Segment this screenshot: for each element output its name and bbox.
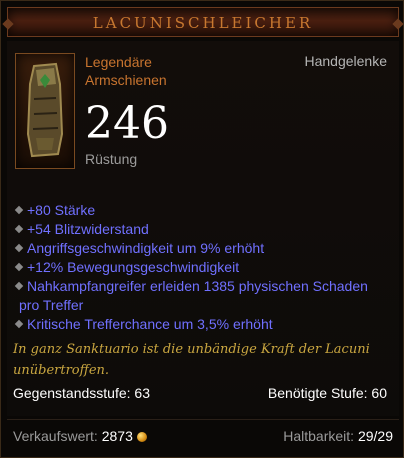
durability: Haltbarkeit: 29/29 bbox=[283, 428, 393, 444]
stat-line: +80 Stärke bbox=[13, 201, 393, 220]
item-rarity: Legendäre bbox=[85, 54, 152, 70]
durability-label: Haltbarkeit: bbox=[283, 428, 355, 444]
bullet-icon bbox=[14, 205, 24, 215]
item-name: LACUNISCHLEICHER bbox=[92, 14, 314, 32]
item-type: Legendäre Armschienen bbox=[85, 53, 225, 89]
stat-line: Angriffsgeschwindigkeit um 9% erhöht bbox=[13, 239, 393, 258]
item-category: Armschienen bbox=[85, 72, 167, 88]
bracer-item-icon bbox=[15, 53, 75, 169]
sell-value: Verkaufswert: 2873 bbox=[13, 428, 147, 444]
tooltip-footer: Verkaufswert: 2873 Haltbarkeit: 29/29 bbox=[7, 419, 399, 452]
flavor-text: In ganz Sanktuario ist die unbändige Kra… bbox=[13, 342, 370, 378]
stat-list: +80 Stärke +54 Blitzwiderstand Angriffsg… bbox=[13, 201, 393, 334]
durability-value: 29/29 bbox=[357, 428, 393, 444]
bullet-icon bbox=[14, 243, 24, 253]
sell-label: Verkaufswert: bbox=[13, 428, 98, 444]
bullet-icon bbox=[14, 281, 24, 291]
tooltip-body: Legendäre Armschienen Handgelenke 246 Rü… bbox=[7, 41, 399, 416]
gold-coin-icon bbox=[136, 432, 147, 442]
item-slot: Handgelenke bbox=[304, 53, 387, 69]
bullet-icon bbox=[14, 319, 24, 329]
tooltip-title-bar: LACUNISCHLEICHER bbox=[7, 7, 399, 37]
bullet-icon bbox=[14, 224, 24, 234]
bullet-icon bbox=[14, 262, 24, 272]
stat-line: Kritische Trefferchance um 3,5% erhöht bbox=[13, 315, 393, 334]
item-level: Gegenstandsstufe: 63 bbox=[13, 385, 150, 401]
armor-label: Rüstung bbox=[85, 151, 138, 167]
stat-line-continuation: pro Treffer bbox=[19, 297, 84, 313]
stat-line: +12% Bewegungsgeschwindigkeit bbox=[13, 258, 393, 277]
required-level: Benötigte Stufe: 60 bbox=[267, 385, 387, 401]
stat-line: +54 Blitzwiderstand bbox=[13, 220, 393, 239]
stat-line: Nahkampfangreifer erleiden 1385 physisch… bbox=[13, 277, 393, 296]
item-tooltip: LACUNISCHLEICHER Legendäre Armschienen H… bbox=[0, 0, 404, 458]
armor-value: 246 bbox=[85, 98, 169, 149]
sell-amount: 2873 bbox=[101, 428, 133, 444]
